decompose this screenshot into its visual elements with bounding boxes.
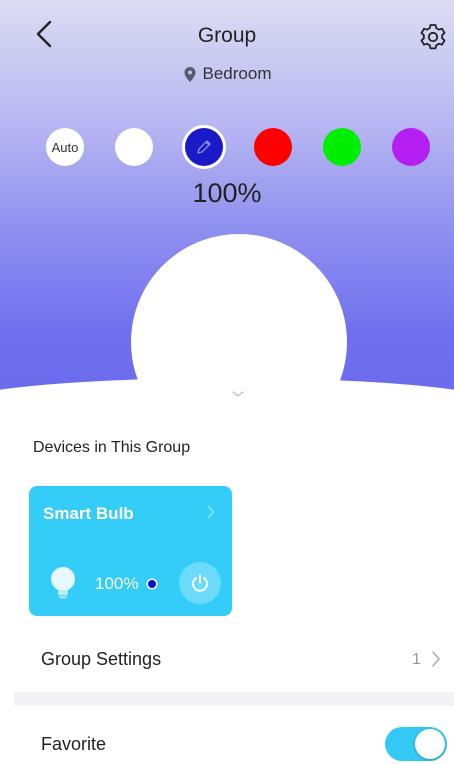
swatch-purple[interactable] [392,128,430,166]
toggle-knob [415,729,445,759]
device-name: Smart Bulb [43,504,134,523]
location-label: Bedroom [0,64,454,84]
chevron-right-icon [207,505,215,519]
chevron-right-icon [432,651,441,667]
swatch-auto-label: Auto [51,139,79,155]
group-settings-row[interactable]: Group Settings 1 [0,629,454,689]
power-icon [192,574,208,592]
bottom-sheet-edge [0,378,454,420]
device-card-smart-bulb[interactable]: Smart Bulb 100% [29,486,232,616]
swatch-white[interactable] [115,128,153,166]
color-swatch-row: Auto [0,128,454,168]
device-color-dot [148,580,156,588]
group-settings-count: 1 [412,651,421,668]
section-divider [14,692,454,706]
swatch-auto[interactable]: Auto [46,128,84,166]
bulb-icon [51,567,75,599]
favorite-toggle[interactable] [385,727,447,761]
location-text: Bedroom [202,64,272,83]
page-title: Group [197,24,257,47]
top-bar: Group Bedroom [0,0,454,83]
device-brightness: 100% [95,574,139,593]
hero-panel: Group Bedroom Auto 100% [0,0,454,420]
location-pin-icon [184,66,195,82]
gear-icon[interactable] [418,22,448,52]
group-settings-label: Group Settings [41,649,162,669]
power-button[interactable] [179,562,221,604]
swatch-red[interactable] [254,128,292,166]
pencil-icon [197,140,211,154]
chevron-down-icon[interactable] [231,389,245,399]
brightness-readout: 100% [192,178,262,208]
devices-section-heading: Devices in This Group [33,439,191,456]
favorite-label: Favorite [41,734,107,754]
swatch-blue[interactable] [185,128,223,166]
swatch-green[interactable] [323,128,361,166]
